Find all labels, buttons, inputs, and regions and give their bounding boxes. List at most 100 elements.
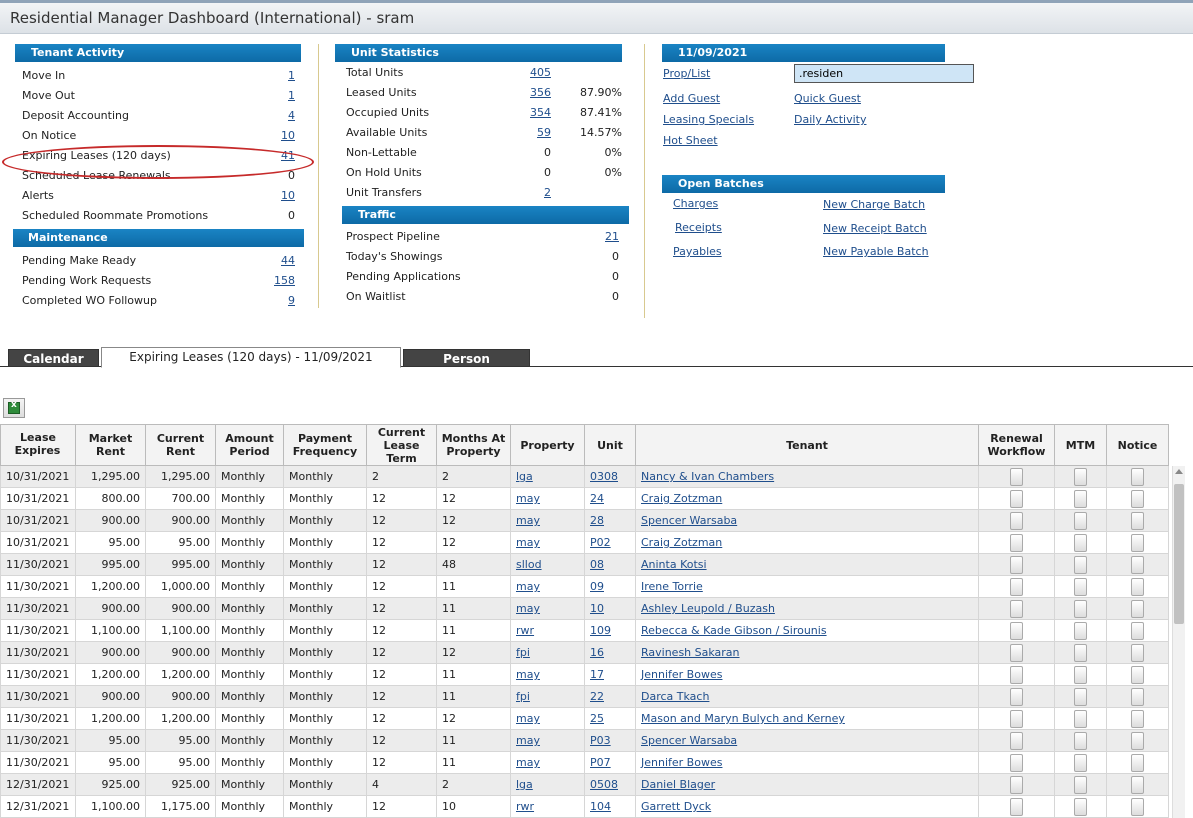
stat-value[interactable]: 21 <box>605 229 619 245</box>
renewal-workflow-checkbox[interactable] <box>1010 511 1023 530</box>
new-payable-batch-link[interactable]: New Payable Batch <box>823 244 929 260</box>
notice-checkbox[interactable] <box>1131 577 1144 596</box>
property-link[interactable]: may <box>516 712 540 725</box>
unit-link[interactable]: 22 <box>590 690 604 703</box>
tenant-link[interactable]: Darca Tkach <box>641 690 709 703</box>
mtm-checkbox[interactable] <box>1074 643 1087 662</box>
notice-checkbox[interactable] <box>1131 489 1144 508</box>
leasing-specials-link[interactable]: Leasing Specials <box>663 112 754 128</box>
mtm-checkbox[interactable] <box>1074 489 1087 508</box>
quick-guest-link[interactable]: Quick Guest <box>794 91 861 107</box>
mtm-checkbox[interactable] <box>1074 621 1087 640</box>
stat-value[interactable]: 4 <box>288 108 295 124</box>
renewal-workflow-checkbox[interactable] <box>1010 665 1023 684</box>
stat-value[interactable]: 59 <box>537 125 551 141</box>
column-header-payment-frequency[interactable]: Payment Frequency <box>283 424 367 466</box>
column-header-tenant[interactable]: Tenant <box>635 424 979 466</box>
unit-link[interactable]: 16 <box>590 646 604 659</box>
tenant-link[interactable]: Mason and Maryn Bulych and Kerney <box>641 712 845 725</box>
mtm-checkbox[interactable] <box>1074 753 1087 772</box>
mtm-checkbox[interactable] <box>1074 797 1087 816</box>
renewal-workflow-checkbox[interactable] <box>1010 643 1023 662</box>
property-link[interactable]: may <box>516 492 540 505</box>
mtm-checkbox[interactable] <box>1074 775 1087 794</box>
property-link[interactable]: may <box>516 734 540 747</box>
mtm-checkbox[interactable] <box>1074 577 1087 596</box>
property-link[interactable]: lga <box>516 470 533 483</box>
mtm-checkbox[interactable] <box>1074 665 1087 684</box>
property-link[interactable]: lga <box>516 778 533 791</box>
mtm-checkbox[interactable] <box>1074 709 1087 728</box>
mtm-checkbox[interactable] <box>1074 555 1087 574</box>
unit-link[interactable]: 104 <box>590 800 611 813</box>
property-link[interactable]: may <box>516 514 540 527</box>
stat-value[interactable]: 1 <box>288 88 295 104</box>
renewal-workflow-checkbox[interactable] <box>1010 775 1023 794</box>
notice-checkbox[interactable] <box>1131 467 1144 486</box>
property-link[interactable]: may <box>516 580 540 593</box>
notice-checkbox[interactable] <box>1131 621 1144 640</box>
scroll-thumb[interactable] <box>1174 484 1184 624</box>
charges-link[interactable]: Charges <box>673 196 718 212</box>
stat-value[interactable]: 9 <box>288 293 295 309</box>
tab-expiring-leases[interactable]: Expiring Leases (120 days) - 11/09/2021 <box>101 347 401 368</box>
stat-value[interactable]: 158 <box>274 273 295 289</box>
hot-sheet-link[interactable]: Hot Sheet <box>663 133 718 149</box>
notice-checkbox[interactable] <box>1131 511 1144 530</box>
column-header-market-rent[interactable]: Market Rent <box>75 424 146 466</box>
tenant-link[interactable]: Aninta Kotsi <box>641 558 707 571</box>
stat-value[interactable]: 356 <box>530 85 551 101</box>
tenant-link[interactable]: Nancy & Ivan Chambers <box>641 470 774 483</box>
renewal-workflow-checkbox[interactable] <box>1010 555 1023 574</box>
property-link[interactable]: rwr <box>516 800 534 813</box>
unit-link[interactable]: P03 <box>590 734 611 747</box>
mtm-checkbox[interactable] <box>1074 731 1087 750</box>
tenant-link[interactable]: Jennifer Bowes <box>641 756 722 769</box>
unit-link[interactable]: 109 <box>590 624 611 637</box>
renewal-workflow-checkbox[interactable] <box>1010 577 1023 596</box>
new-charge-batch-link[interactable]: New Charge Batch <box>823 197 925 213</box>
prop-list-input[interactable] <box>794 64 974 83</box>
property-link[interactable]: rwr <box>516 624 534 637</box>
stat-value[interactable]: 44 <box>281 253 295 269</box>
column-header-current-rent[interactable]: Current Rent <box>145 424 216 466</box>
daily-activity-link[interactable]: Daily Activity <box>794 112 866 128</box>
unit-link[interactable]: P02 <box>590 536 611 549</box>
receipts-link[interactable]: Receipts <box>675 220 722 236</box>
new-receipt-batch-link[interactable]: New Receipt Batch <box>823 221 927 237</box>
renewal-workflow-checkbox[interactable] <box>1010 797 1023 816</box>
tenant-link[interactable]: Spencer Warsaba <box>641 734 737 747</box>
notice-checkbox[interactable] <box>1131 709 1144 728</box>
stat-value[interactable]: 10 <box>281 188 295 204</box>
property-link[interactable]: may <box>516 602 540 615</box>
scroll-up-arrow-icon[interactable] <box>1175 469 1183 474</box>
notice-checkbox[interactable] <box>1131 599 1144 618</box>
tenant-link[interactable]: Craig Zotzman <box>641 492 722 505</box>
table-scrollbar[interactable] <box>1172 466 1185 818</box>
unit-link[interactable]: 09 <box>590 580 604 593</box>
payables-link[interactable]: Payables <box>673 244 722 260</box>
mtm-checkbox[interactable] <box>1074 687 1087 706</box>
notice-checkbox[interactable] <box>1131 753 1144 772</box>
notice-checkbox[interactable] <box>1131 687 1144 706</box>
notice-checkbox[interactable] <box>1131 555 1144 574</box>
property-link[interactable]: may <box>516 668 540 681</box>
renewal-workflow-checkbox[interactable] <box>1010 533 1023 552</box>
notice-checkbox[interactable] <box>1131 797 1144 816</box>
property-link[interactable]: sllod <box>516 558 542 571</box>
property-link[interactable]: may <box>516 756 540 769</box>
property-link[interactable]: may <box>516 536 540 549</box>
renewal-workflow-checkbox[interactable] <box>1010 753 1023 772</box>
mtm-checkbox[interactable] <box>1074 467 1087 486</box>
mtm-checkbox[interactable] <box>1074 511 1087 530</box>
column-header-amount-period[interactable]: Amount Period <box>215 424 284 466</box>
unit-link[interactable]: 0308 <box>590 470 618 483</box>
renewal-workflow-checkbox[interactable] <box>1010 731 1023 750</box>
renewal-workflow-checkbox[interactable] <box>1010 687 1023 706</box>
unit-link[interactable]: 28 <box>590 514 604 527</box>
mtm-checkbox[interactable] <box>1074 533 1087 552</box>
stat-value[interactable]: 10 <box>281 128 295 144</box>
renewal-workflow-checkbox[interactable] <box>1010 709 1023 728</box>
unit-link[interactable]: 17 <box>590 668 604 681</box>
unit-link[interactable]: 24 <box>590 492 604 505</box>
